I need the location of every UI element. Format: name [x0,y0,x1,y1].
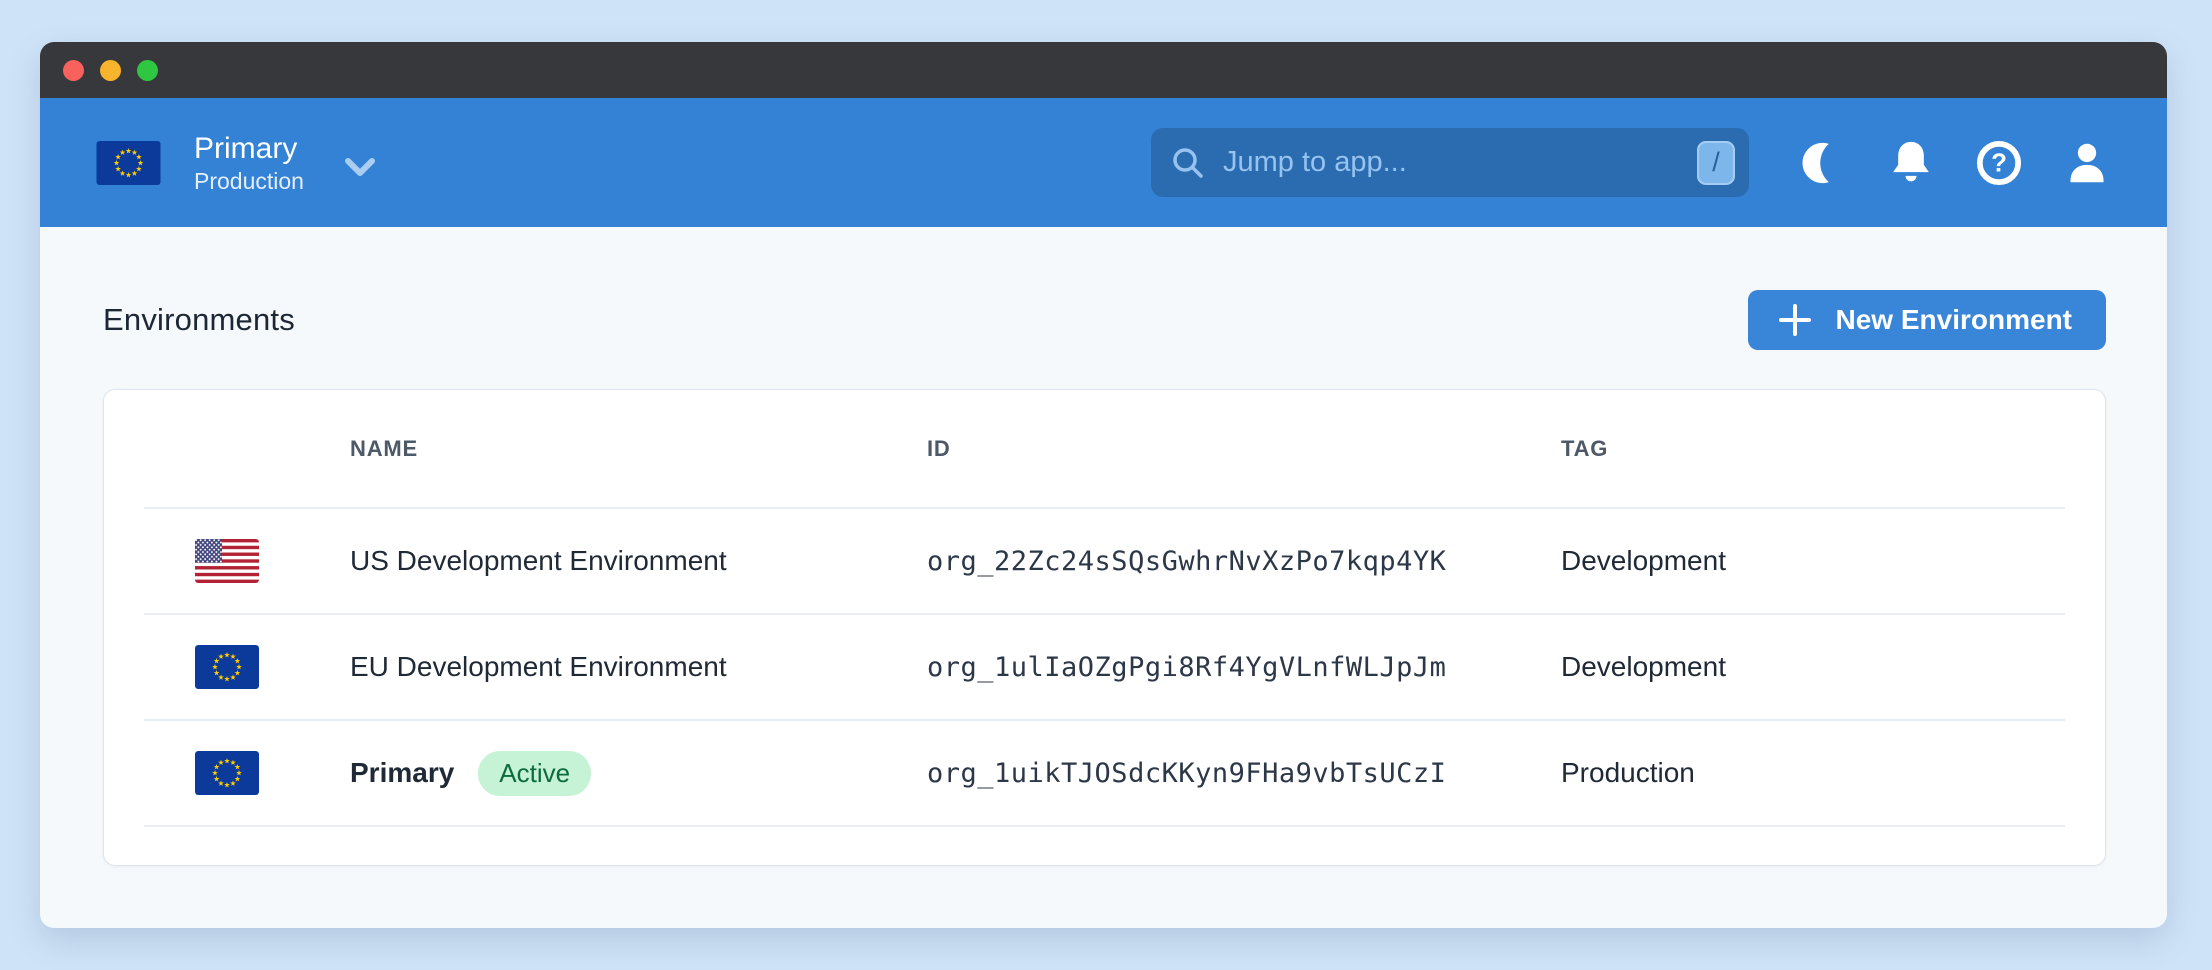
table-row-primary[interactable]: Primary Active org_1uikTJOSdcKKyn9FHa9vb… [104,721,2105,825]
org-name: Primary [194,133,304,165]
column-header-name: NAME [350,436,927,462]
user-icon [2065,140,2109,186]
active-status-badge: Active [478,751,591,796]
column-header-id: ID [927,436,1561,462]
svg-text:?: ? [1991,149,2007,177]
app-search[interactable]: / [1151,128,1749,197]
notifications-button[interactable] [1887,139,1935,187]
environment-name: US Development Environment [350,545,727,577]
us-flag-icon [195,539,259,583]
table-row-eu-development[interactable]: EU Development Environment org_1ulIaOZgP… [104,615,2105,719]
chevron-down-icon [344,158,376,178]
slash-shortcut-key: / [1697,141,1735,185]
eu-flag-icon [195,751,259,795]
search-icon [1171,146,1205,180]
environment-tag: Development [1561,545,2105,577]
search-input[interactable] [1223,146,1697,179]
moon-icon [1800,140,1846,186]
environments-table-card: NAME ID TAG US Development Environment o… [103,389,2106,866]
environment-name: Primary [350,757,454,789]
environment-tag: Development [1561,651,2105,683]
bell-icon [1889,139,1933,187]
app-window: Primary Production / [40,42,2167,928]
eu-flag-icon [195,645,259,689]
column-header-tag: TAG [1561,436,2105,462]
environment-id: org_1ulIaOZgPgi8Rf4YgVLnfWLJpJm [927,652,1561,683]
table-header-row: NAME ID TAG [104,390,2105,507]
org-switcher[interactable]: Primary Production [96,133,376,193]
help-button[interactable]: ? [1975,139,2023,187]
dark-mode-toggle-button[interactable] [1799,139,1847,187]
page-title: Environments [103,302,295,338]
environment-name: EU Development Environment [350,651,727,683]
environment-id: org_22Zc24sSQsGwhrNvXzPo7kqp4YK [927,546,1561,577]
window-maximize-button[interactable] [137,60,158,81]
window-minimize-button[interactable] [100,60,121,81]
org-environment: Production [194,169,304,193]
new-environment-label: New Environment [1836,304,2072,336]
row-divider [144,825,2065,827]
window-titlebar [40,42,2167,98]
plus-icon [1778,303,1812,337]
table-row-us-development[interactable]: US Development Environment org_22Zc24sSQ… [104,509,2105,613]
environment-tag: Production [1561,757,2105,789]
environment-id: org_1uikTJOSdcKKyn9FHa9vbTsUCzI [927,758,1561,789]
new-environment-button[interactable]: New Environment [1748,290,2106,350]
window-close-button[interactable] [63,60,84,81]
help-icon: ? [1976,140,2022,186]
app-header: Primary Production / [40,98,2167,227]
page-content: Environments New Environment NAME ID TAG [40,290,2167,866]
profile-button[interactable] [2063,139,2111,187]
eu-flag-icon [96,141,161,185]
